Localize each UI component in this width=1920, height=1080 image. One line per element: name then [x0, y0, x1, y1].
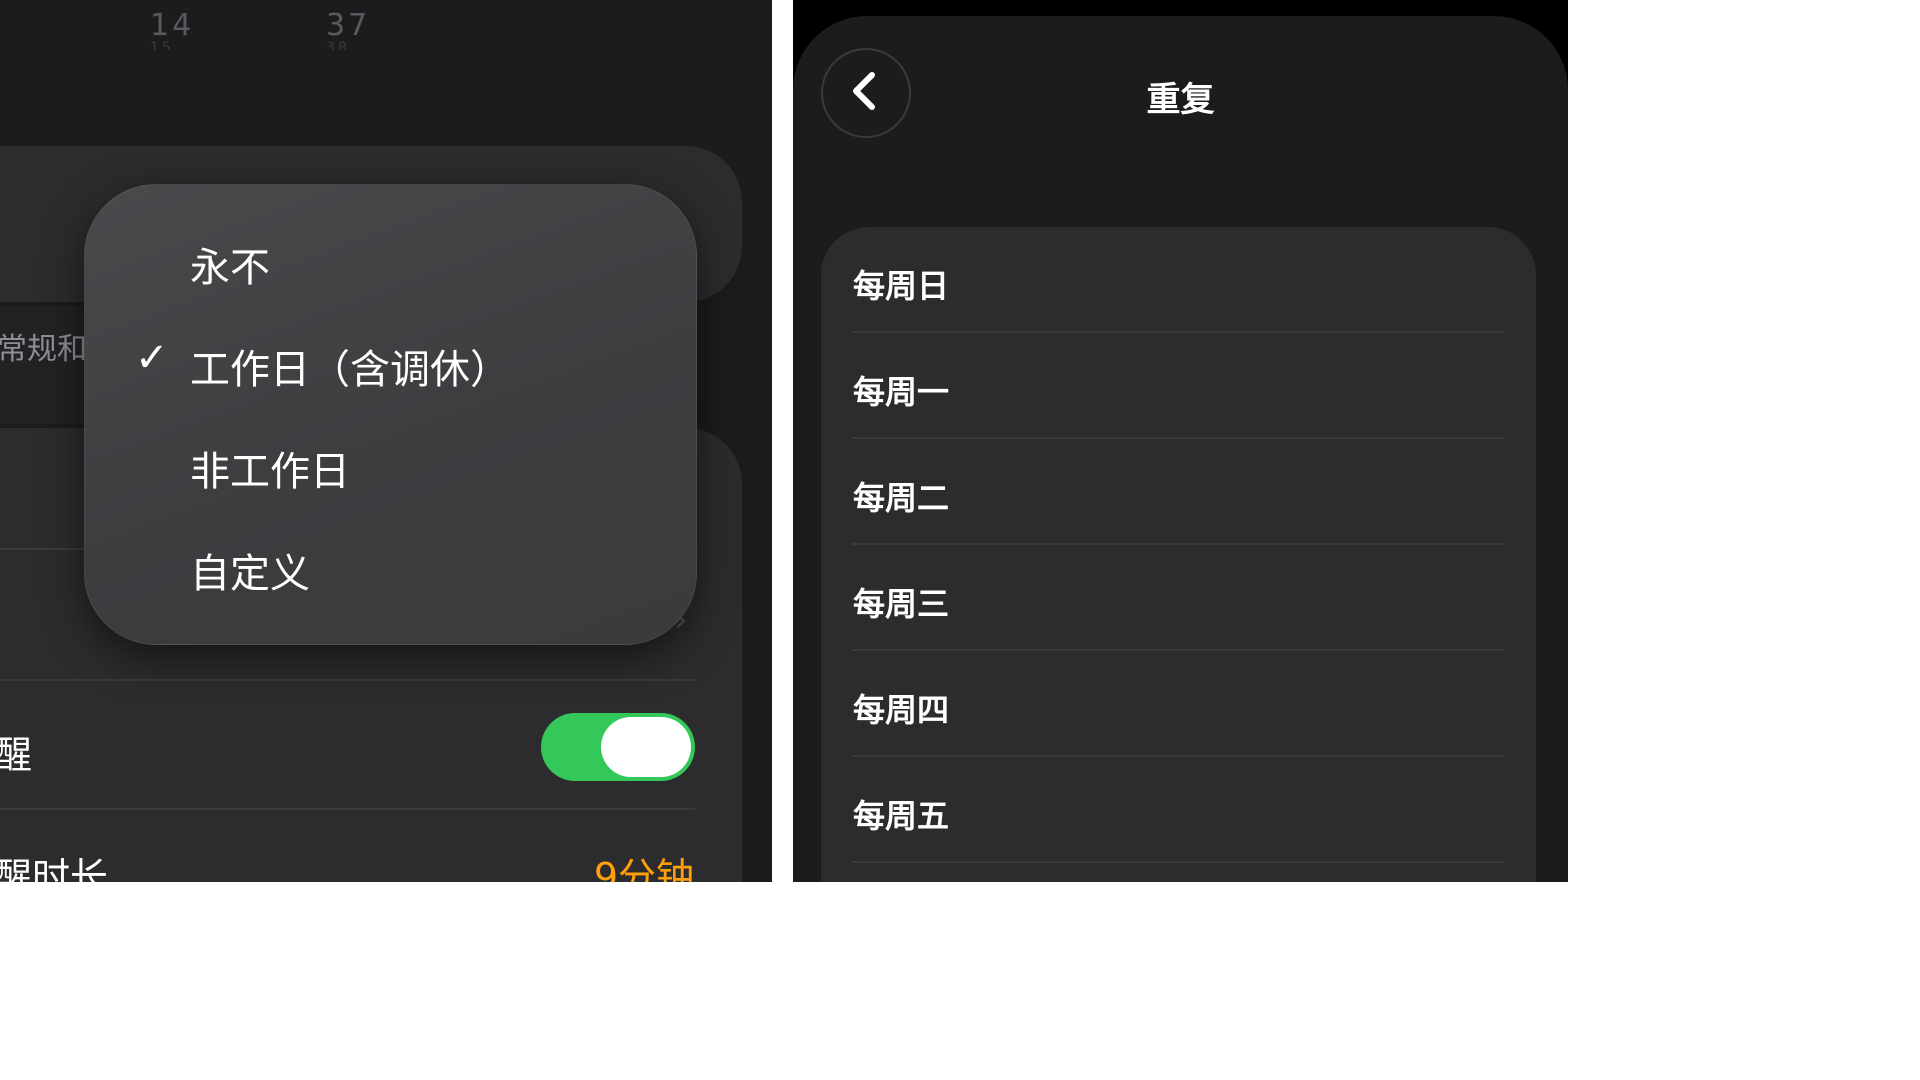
- repeat-popup-menu: 永不 ✓ 工作日（含调休） 非工作日 自定义: [84, 184, 697, 645]
- list-item-thursday[interactable]: 每周四: [821, 651, 1536, 757]
- list-item-label: 每周三: [853, 585, 950, 623]
- snooze-duration-label: 醒时长: [0, 855, 109, 882]
- repeat-days-panel: 重复 每周日 每周一 每周二 每周三 每周四 每周五: [793, 0, 1568, 882]
- menu-item-label: 工作日（含调休）: [190, 347, 510, 393]
- menu-item-custom[interactable]: 自定义: [85, 517, 696, 619]
- row-divider: [0, 679, 695, 681]
- menu-item-never[interactable]: 永不: [85, 211, 696, 313]
- hour-picker-next: 15: [150, 40, 174, 50]
- reminder-row-label: 醒: [0, 733, 33, 777]
- row-divider: [0, 808, 695, 810]
- menu-item-non-workdays[interactable]: 非工作日: [85, 415, 696, 517]
- list-item-label: 每周一: [853, 373, 950, 411]
- menu-item-workdays[interactable]: ✓ 工作日（含调休）: [85, 313, 696, 415]
- list-item-monday[interactable]: 每周一: [821, 333, 1536, 439]
- section-note-text: 常规和: [0, 332, 87, 367]
- list-item-tuesday[interactable]: 每周二: [821, 439, 1536, 545]
- list-item-label: 每周二: [853, 479, 950, 517]
- alarm-edit-panel: 14 15 37 38 常规和 › 醒 醒时长 9分钟 永不 ✓ 工作日（含调休…: [0, 0, 772, 882]
- menu-item-label: 自定义: [190, 551, 310, 597]
- checkmark-icon: ✓: [135, 335, 169, 381]
- days-list: 每周日 每周一 每周二 每周三 每周四 每周五: [821, 227, 1536, 882]
- list-item-label: 每周四: [853, 691, 950, 729]
- list-item-wednesday[interactable]: 每周三: [821, 545, 1536, 651]
- row-divider: [852, 861, 1505, 863]
- list-item-label: 每周日: [853, 267, 950, 305]
- menu-item-label: 永不: [190, 245, 270, 291]
- snooze-duration-value[interactable]: 9分钟: [594, 846, 694, 882]
- list-item-friday[interactable]: 每周五: [821, 757, 1536, 863]
- minute-picker-next: 38: [326, 40, 350, 50]
- reminder-toggle[interactable]: [541, 713, 695, 781]
- minute-picker-value[interactable]: 37: [326, 8, 370, 43]
- list-item-label: 每周五: [853, 797, 950, 835]
- hour-picker-value[interactable]: 14: [150, 8, 194, 43]
- page-title: 重复: [1146, 80, 1215, 120]
- toggle-knob: [601, 717, 691, 777]
- menu-item-label: 非工作日: [190, 449, 350, 495]
- list-item-sunday[interactable]: 每周日: [821, 227, 1536, 333]
